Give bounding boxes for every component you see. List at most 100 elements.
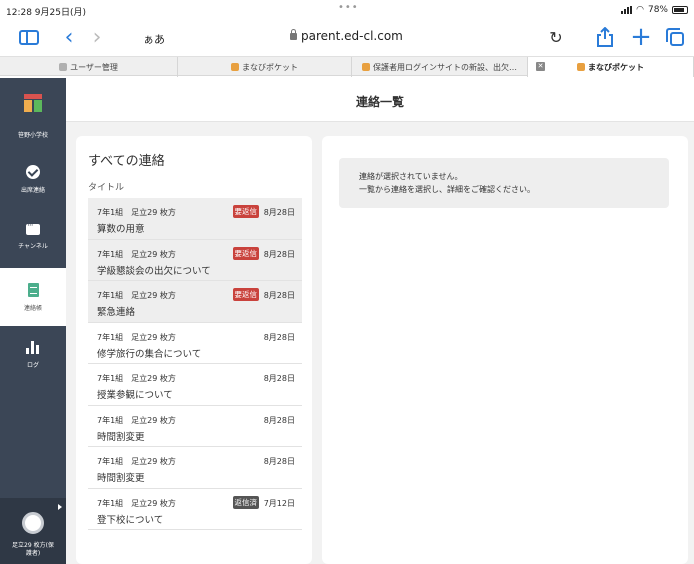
- message-subject: 時間割変更: [97, 473, 145, 484]
- url-text: parent.ed-cl.com: [301, 29, 403, 43]
- address-bar[interactable]: parent.ed-cl.com: [290, 28, 403, 43]
- battery-percent: 78%: [647, 5, 668, 15]
- message-detail-panel: 連絡が選択されていません。 一覧から連絡を選択し、詳細をご確認ください。: [322, 136, 688, 564]
- battery-icon: [672, 6, 688, 14]
- empty-state-line: 連絡が選択されていません。: [359, 172, 463, 181]
- sidebar-item-channel[interactable]: チャンネル: [0, 208, 66, 266]
- message-meta: 7年1組 足立29 枚方: [97, 498, 176, 508]
- chat-icon: [26, 221, 40, 235]
- empty-state-notice: 連絡が選択されていません。 一覧から連絡を選択し、詳細をご確認ください。: [339, 158, 669, 208]
- main-content: 連絡一覧 すべての連絡 タイトル 7年1組 足立29 枚方 要返信 8月28日 …: [66, 78, 694, 564]
- bar-chart-icon: [26, 341, 40, 354]
- app-sidebar: 笹野小学校 出席連絡 チャンネル 連絡帳 ログ 足立29 枚方(保 護者): [0, 78, 66, 564]
- caret-right-icon: [58, 504, 62, 510]
- browser-toolbar: ‹ › ぁあ parent.ed-cl.com ↻ +: [0, 20, 694, 54]
- reload-icon[interactable]: ↻: [545, 24, 567, 50]
- avatar: [22, 512, 44, 534]
- message-subject: 緊急連絡: [97, 307, 136, 318]
- list-item[interactable]: 7年1組 足立29 枚方 返信済 7月12日 登下校について: [88, 489, 302, 530]
- share-icon[interactable]: [594, 24, 616, 50]
- multitask-dots[interactable]: •••: [338, 2, 359, 13]
- school-name: 笹野小学校: [17, 132, 48, 139]
- message-list: 7年1組 足立29 枚方 要返信 8月28日 算数の用意 7年1組 足立29 枚…: [88, 198, 302, 530]
- message-date: 7月12日: [263, 498, 295, 508]
- message-date: 8月28日: [263, 332, 295, 342]
- message-meta: 7年1組 足立29 枚方: [97, 457, 176, 466]
- sidebar-item-label: チャンネル: [18, 243, 48, 250]
- check-circle-icon: [26, 164, 40, 179]
- favicon-icon: [577, 63, 585, 71]
- lock-icon: [290, 28, 297, 40]
- browser-tab[interactable]: まなびポケット: [178, 57, 352, 77]
- list-item[interactable]: 7年1組 足立29 枚方 要返信 8月28日 緊急連絡: [88, 281, 302, 323]
- message-meta: 7年1組 足立29 枚方: [97, 374, 176, 383]
- message-date: 8月28日: [263, 457, 295, 466]
- message-date: 8月28日: [263, 291, 295, 300]
- list-subheading: タイトル: [88, 183, 125, 193]
- close-tab-icon[interactable]: ✕: [536, 62, 545, 71]
- list-item[interactable]: 7年1組 足立29 枚方 8月28日 修学旅行の集合について: [88, 323, 302, 364]
- sidebar-icon[interactable]: [16, 24, 42, 50]
- browser-tab-label: まなびポケット: [242, 62, 298, 72]
- sidebar-item-log[interactable]: ログ: [0, 326, 66, 384]
- list-heading: すべての連絡: [88, 154, 165, 169]
- user-name: 足立29 枚方(保 護者): [0, 542, 66, 558]
- empty-state-line: 一覧から連絡を選択し、詳細をご確認ください。: [359, 185, 535, 194]
- list-item[interactable]: 7年1組 足立29 枚方 要返信 8月28日 算数の用意: [88, 198, 302, 240]
- sidebar-item-label: 連絡帳: [23, 304, 42, 312]
- wifi-icon: ◠: [636, 5, 644, 15]
- page-title: 連絡一覧: [355, 95, 404, 109]
- status-time: 12:28 9月25日(月): [6, 8, 86, 18]
- message-meta: 7年1組 足立29 枚方: [97, 249, 176, 259]
- message-meta: 7年1組 足立29 枚方: [97, 291, 176, 300]
- replied-badge: 返信済: [232, 495, 259, 509]
- user-name-line: 護者): [25, 550, 41, 557]
- list-item[interactable]: 7年1組 足立29 枚方 要返信 8月28日 学級懇談会の出欠について: [88, 239, 302, 281]
- sidebar-item-label: 出席連絡: [20, 186, 45, 194]
- message-date: 8月28日: [263, 415, 295, 425]
- message-date: 8月28日: [263, 374, 295, 383]
- list-item[interactable]: 7年1組 足立29 枚方 8月28日 時間割変更: [88, 447, 302, 489]
- text-size-button[interactable]: ぁあ: [143, 31, 165, 47]
- document-icon: [27, 282, 39, 297]
- favicon-icon: [231, 63, 239, 71]
- message-meta: 7年1組 足立29 枚方: [97, 208, 176, 217]
- browser-tab-label: ユーザー管理: [70, 62, 118, 72]
- message-meta: 7年1組 足立29 枚方: [97, 415, 176, 425]
- browser-tab-active[interactable]: ✕ まなびポケット: [528, 57, 694, 77]
- list-item[interactable]: 7年1組 足立29 枚方 8月28日 時間割変更: [88, 406, 302, 447]
- page-header: 連絡一覧: [66, 78, 694, 122]
- sidebar-item-attendance[interactable]: 出席連絡: [0, 150, 66, 208]
- tabs-icon[interactable]: [664, 24, 686, 50]
- chevron-right-icon[interactable]: ›: [86, 24, 108, 50]
- favicon-icon: [59, 63, 68, 71]
- browser-tab[interactable]: 保護者用ログインサイトの新設、出欠…: [352, 57, 528, 77]
- school-logo-icon[interactable]: [24, 94, 42, 112]
- browser-tab-strip: ユーザー管理 まなびポケット 保護者用ログインサイトの新設、出欠… ✕ まなびポ…: [0, 56, 694, 77]
- message-date: 8月28日: [263, 208, 295, 217]
- message-list-panel: すべての連絡 タイトル 7年1組 足立29 枚方 要返信 8月28日 算数の用意…: [76, 136, 312, 564]
- user-menu[interactable]: 足立29 枚方(保 護者): [0, 498, 66, 564]
- list-item[interactable]: 7年1組 足立29 枚方 8月28日 授業参観について: [88, 364, 302, 406]
- browser-tab-label: 保護者用ログインサイトの新設、出欠…: [373, 62, 517, 72]
- reply-required-badge: 要返信: [232, 205, 259, 218]
- status-indicators: ◠ 78%: [621, 5, 688, 15]
- message-subject: 登下校について: [97, 514, 164, 526]
- plus-icon[interactable]: +: [630, 22, 652, 52]
- user-name-line: 足立29 枚方(保: [12, 542, 54, 549]
- message-subject: 時間割変更: [97, 431, 145, 443]
- reply-required-badge: 要返信: [232, 246, 259, 260]
- message-date: 8月28日: [263, 249, 295, 259]
- sidebar-item-label: ログ: [26, 362, 39, 369]
- message-subject: 授業参観について: [97, 390, 173, 401]
- message-subject: 修学旅行の集合について: [97, 348, 202, 360]
- signal-icon: [621, 6, 633, 14]
- reply-required-badge: 要返信: [232, 288, 259, 301]
- status-bar: 12:28 9月25日(月) ••• ◠ 78%: [0, 0, 694, 20]
- message-meta: 7年1組 足立29 枚方: [97, 332, 176, 342]
- message-subject: 算数の用意: [97, 224, 145, 235]
- chevron-left-icon[interactable]: ‹: [58, 24, 80, 50]
- browser-tab-label: まなびポケット: [588, 62, 644, 72]
- sidebar-item-contact-book[interactable]: 連絡帳: [0, 268, 66, 326]
- browser-tab[interactable]: ユーザー管理: [0, 57, 178, 77]
